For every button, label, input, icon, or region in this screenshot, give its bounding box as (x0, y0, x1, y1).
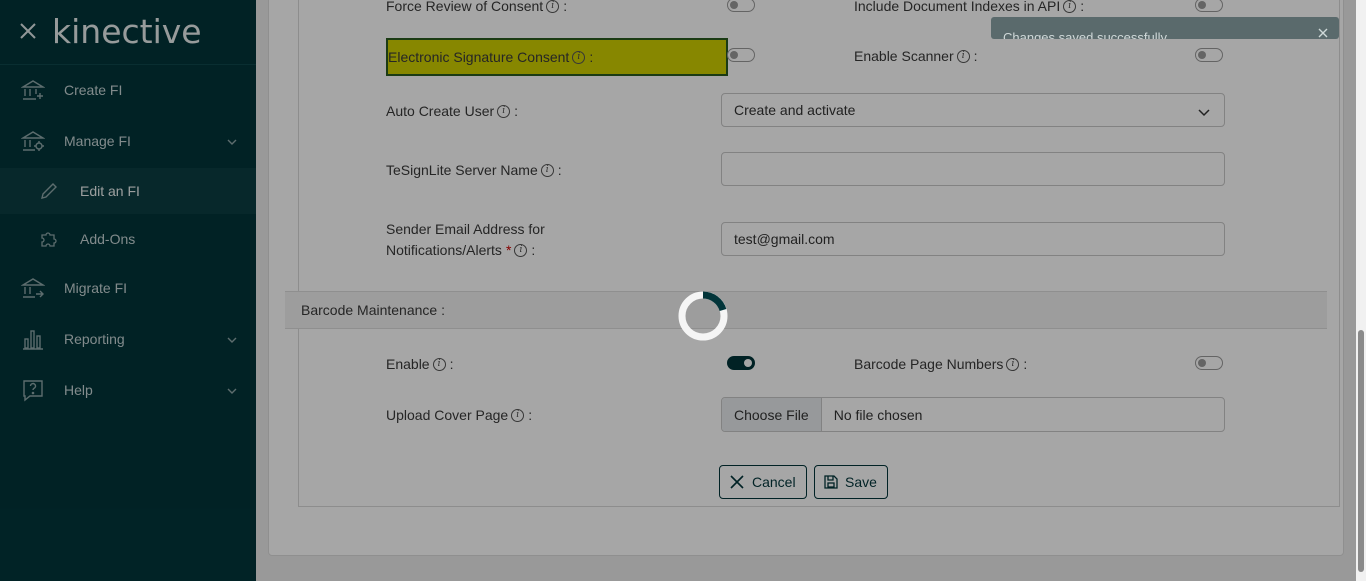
toast-notification: Changes saved successfully (991, 17, 1339, 39)
toast-message: Changes saved successfully (1003, 30, 1168, 39)
scrollbar-thumb[interactable] (1358, 330, 1364, 572)
close-icon[interactable] (1317, 27, 1329, 39)
loading-spinner-icon (678, 291, 728, 341)
